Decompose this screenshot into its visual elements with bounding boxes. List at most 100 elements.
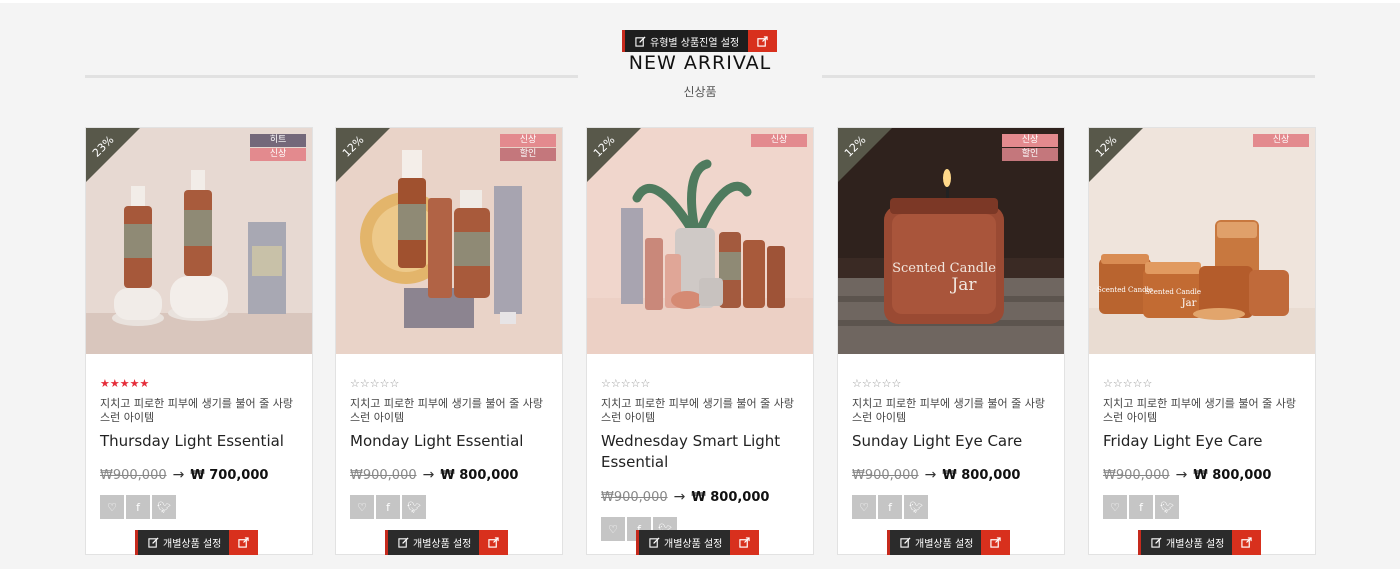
- product-price: ₩900,000 → ₩ 800,000: [852, 467, 1020, 483]
- product-name[interactable]: Friday Light Eye Care: [1103, 431, 1313, 452]
- svg-text:Jar: Jar: [949, 275, 977, 295]
- product-external-button[interactable]: [229, 530, 259, 555]
- product-badges: 신상 할인: [500, 134, 556, 161]
- title-divider-right: [822, 75, 1315, 78]
- product-image[interactable]: 23% 히트 신상: [86, 128, 312, 354]
- product-edit-control[interactable]: 개별상품 설정: [887, 530, 1011, 555]
- badge-hit: 히트: [250, 134, 306, 147]
- sale-price: ₩ 800,000: [440, 467, 519, 483]
- arrow-right-icon: →: [1175, 467, 1188, 483]
- sale-price: ₩ 700,000: [190, 467, 269, 483]
- product-name[interactable]: Thursday Light Essential: [100, 431, 310, 452]
- svg-text:Jar: Jar: [1181, 298, 1197, 309]
- product-description: 지치고 피로한 피부에 생기를 불어 줄 사랑스런 아이템: [601, 397, 795, 424]
- product-edit-control[interactable]: 개별상품 설정: [135, 530, 259, 555]
- product-edit-control[interactable]: 개별상품 설정: [636, 530, 760, 555]
- share-buttons: ♡ f 🐦︎: [100, 495, 176, 519]
- product-image[interactable]: Scented Candle Scented Candle Jar 12% 신상: [1089, 128, 1315, 354]
- product-name[interactable]: Monday Light Essential: [350, 431, 560, 452]
- product-edit-control[interactable]: 개별상품 설정: [1138, 530, 1262, 555]
- product-card[interactable]: 23% 히트 신상 ★★★★★ 지치고 피로한 피부에 생기를 불어 줄 사랑스…: [85, 127, 313, 555]
- section-edit-control[interactable]: 유형별 상품진열 설정: [622, 30, 778, 52]
- edit-icon: [398, 537, 409, 548]
- badge-sale: 할인: [1002, 148, 1058, 161]
- original-price: ₩900,000: [852, 467, 919, 483]
- product-external-button[interactable]: [1232, 530, 1262, 555]
- svg-text:Scented Candle: Scented Candle: [892, 261, 996, 276]
- product-edit-button[interactable]: 개별상품 설정: [636, 530, 731, 555]
- sale-price: ₩ 800,000: [1193, 467, 1272, 483]
- section-title: NEW ARRIVAL: [628, 52, 772, 74]
- product-edit-button[interactable]: 개별상품 설정: [385, 530, 480, 555]
- share-buttons: ♡ f 🐦︎: [852, 495, 928, 519]
- section-edit-label: 유형별 상품진열 설정: [650, 37, 740, 49]
- rating-stars: ☆☆☆☆☆: [601, 377, 651, 390]
- original-price: ₩900,000: [100, 467, 167, 483]
- heart-icon[interactable]: ♡: [100, 495, 124, 519]
- svg-text:Scented Candle: Scented Candle: [1145, 288, 1201, 296]
- twitter-icon[interactable]: 🐦︎: [152, 495, 176, 519]
- product-external-button[interactable]: [981, 530, 1011, 555]
- badge-sale: 할인: [500, 148, 556, 161]
- arrow-right-icon: →: [924, 467, 937, 483]
- sale-price: ₩ 800,000: [942, 467, 1021, 483]
- arrow-right-icon: →: [422, 467, 435, 483]
- external-link-icon: [990, 537, 1002, 548]
- twitter-icon[interactable]: 🐦︎: [402, 495, 426, 519]
- product-description: 지치고 피로한 피부에 생기를 불어 줄 사랑스런 아이템: [1103, 397, 1297, 424]
- heart-icon[interactable]: ♡: [852, 495, 876, 519]
- product-card[interactable]: 12% 신상 할인 ☆☆☆☆☆ 지치고 피로한 피부에 생기를 불어 줄 사랑스…: [335, 127, 563, 555]
- heart-icon[interactable]: ♡: [601, 517, 625, 541]
- product-edit-button[interactable]: 개별상품 설정: [887, 530, 982, 555]
- product-badges: 신상: [751, 134, 807, 147]
- heart-icon[interactable]: ♡: [350, 495, 374, 519]
- facebook-icon[interactable]: f: [126, 495, 150, 519]
- heart-icon[interactable]: ♡: [1103, 495, 1127, 519]
- product-image[interactable]: 12% 신상: [587, 128, 813, 354]
- original-price: ₩900,000: [350, 467, 417, 483]
- product-name[interactable]: Sunday Light Eye Care: [852, 431, 1062, 452]
- share-buttons: ♡ f 🐦︎: [350, 495, 426, 519]
- product-description: 지치고 피로한 피부에 생기를 불어 줄 사랑스런 아이템: [852, 397, 1046, 424]
- product-image[interactable]: 12% 신상 할인: [336, 128, 562, 354]
- new-arrival-section: 유형별 상품진열 설정 NEW ARRIVAL 신상품 23% 히트 신상 ★★…: [0, 3, 1400, 569]
- product-external-button[interactable]: [479, 530, 509, 555]
- product-edit-control[interactable]: 개별상품 설정: [385, 530, 509, 555]
- product-card[interactable]: 12% 신상 ☆☆☆☆☆ 지치고 피로한 피부에 생기를 불어 줄 사랑스런 아…: [586, 127, 814, 555]
- product-description: 지치고 피로한 피부에 생기를 불어 줄 사랑스런 아이템: [350, 397, 544, 424]
- product-image[interactable]: Scented Candle Jar 12% 신상 할인: [838, 128, 1064, 354]
- twitter-icon[interactable]: 🐦︎: [904, 495, 928, 519]
- product-description: 지치고 피로한 피부에 생기를 불어 줄 사랑스런 아이템: [100, 397, 294, 424]
- badge-new: 신상: [751, 134, 807, 147]
- product-edit-button[interactable]: 개별상품 설정: [135, 530, 230, 555]
- product-badges: 신상: [1253, 134, 1309, 147]
- product-edit-label: 개별상품 설정: [1166, 539, 1225, 550]
- badge-new: 신상: [1002, 134, 1058, 147]
- rating-stars: ☆☆☆☆☆: [852, 377, 902, 390]
- product-edit-label: 개별상품 설정: [915, 539, 974, 550]
- product-external-button[interactable]: [730, 530, 760, 555]
- original-price: ₩900,000: [1103, 467, 1170, 483]
- facebook-icon[interactable]: f: [1129, 495, 1153, 519]
- facebook-icon[interactable]: f: [376, 495, 400, 519]
- product-name[interactable]: Wednesday Smart Light Essential: [601, 431, 811, 473]
- product-edit-button[interactable]: 개별상품 설정: [1138, 530, 1233, 555]
- rating-stars: ☆☆☆☆☆: [350, 377, 400, 390]
- product-edit-label: 개별상품 설정: [163, 539, 222, 550]
- badge-new: 신상: [1253, 134, 1309, 147]
- facebook-icon[interactable]: f: [878, 495, 902, 519]
- share-buttons: ♡ f 🐦︎: [1103, 495, 1179, 519]
- product-card[interactable]: Scented Candle Jar 12% 신상 할인 ☆☆☆☆☆ 지치고 피…: [837, 127, 1065, 555]
- title-divider-left: [85, 75, 578, 78]
- edit-icon: [148, 537, 159, 548]
- product-card[interactable]: Scented Candle Scented Candle Jar 12% 신상…: [1088, 127, 1316, 555]
- section-external-button[interactable]: [748, 30, 778, 52]
- edit-icon: [900, 537, 911, 548]
- edit-icon: [635, 35, 646, 47]
- section-edit-button[interactable]: 유형별 상품진열 설정: [622, 30, 749, 52]
- product-price: ₩900,000 → ₩ 800,000: [350, 467, 518, 483]
- edit-icon: [649, 537, 660, 548]
- edit-icon: [1151, 537, 1162, 548]
- original-price: ₩900,000: [601, 489, 668, 505]
- twitter-icon[interactable]: 🐦︎: [1155, 495, 1179, 519]
